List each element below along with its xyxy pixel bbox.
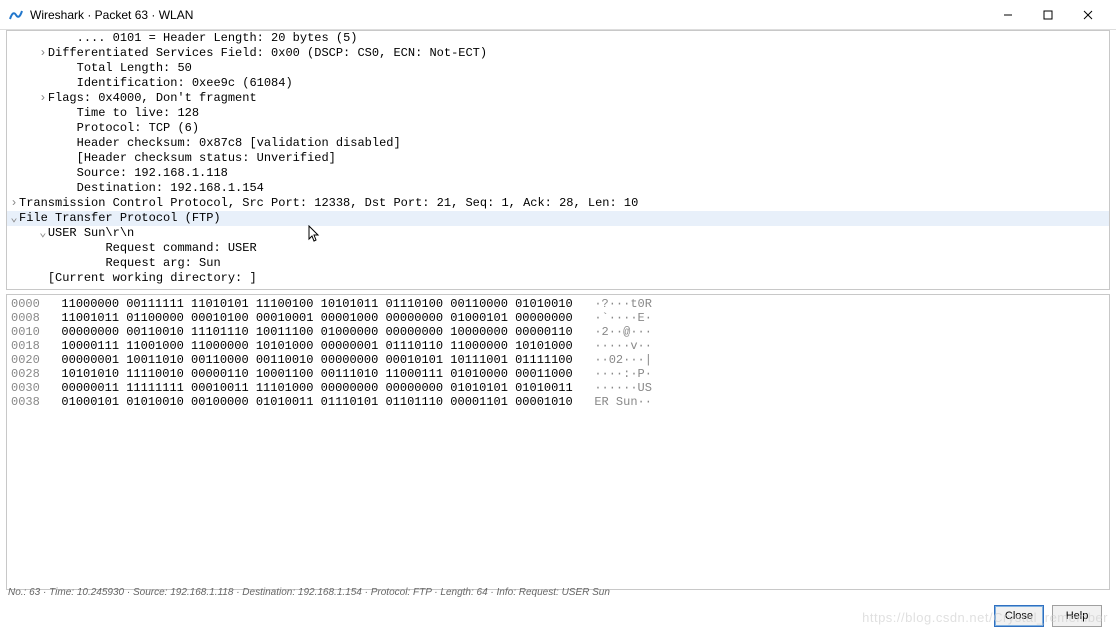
hex-offset: 0000	[11, 297, 61, 311]
hex-offset: 0038	[11, 395, 61, 409]
hex-ascii: ·`····E·	[573, 311, 652, 325]
tree-line-text: Differentiated Services Field: 0x00 (DSC…	[48, 46, 487, 60]
expand-arrow-icon[interactable]	[38, 46, 48, 61]
tree-line-text: .... 0101 = Header Length: 20 bytes (5)	[77, 31, 358, 45]
hex-ascii: ····:·P·	[573, 367, 652, 381]
hex-offset: 0008	[11, 311, 61, 325]
tree-line-text: Request arg: Sun	[105, 256, 220, 270]
hex-bytes: 11000000 00111111 11010101 11100100 1010…	[61, 297, 572, 311]
tree-line[interactable]: Protocol: TCP (6)	[7, 121, 1109, 136]
tree-line[interactable]: Identification: 0xee9c (61084)	[7, 76, 1109, 91]
hex-bytes: 10000111 11001000 11000000 10101000 0000…	[61, 339, 572, 353]
hex-offset: 0018	[11, 339, 61, 353]
tree-line[interactable]: [Header checksum status: Unverified]	[7, 151, 1109, 166]
hex-ascii: ·?···t0R	[573, 297, 652, 311]
tree-line-text: File Transfer Protocol (FTP)	[19, 211, 221, 225]
tree-line-text: Flags: 0x4000, Don't fragment	[48, 91, 257, 105]
collapse-arrow-icon[interactable]	[38, 226, 48, 241]
tree-line[interactable]: Total Length: 50	[7, 61, 1109, 76]
hex-bytes: 00000000 00110010 11101110 10011100 0100…	[61, 325, 572, 339]
hex-row[interactable]: 0000 11000000 00111111 11010101 11100100…	[11, 297, 1105, 311]
tree-line-text: USER Sun\r\n	[48, 226, 134, 240]
tree-line[interactable]: Differentiated Services Field: 0x00 (DSC…	[7, 46, 1109, 61]
status-bar: No.: 63 · Time: 10.245930 · Source: 192.…	[6, 583, 1110, 601]
maximize-button[interactable]	[1028, 1, 1068, 29]
expand-arrow-icon[interactable]	[38, 91, 48, 106]
tree-line-text: Total Length: 50	[77, 61, 192, 75]
close-window-button[interactable]	[1068, 1, 1108, 29]
hex-bytes: 00000001 10011010 00110000 00110010 0000…	[61, 353, 572, 367]
hex-row[interactable]: 0030 00000011 11111111 00010011 11101000…	[11, 381, 1105, 395]
dialog-buttons: Close Help	[994, 605, 1102, 627]
tree-line-text: Transmission Control Protocol, Src Port:…	[19, 196, 638, 210]
tree-line[interactable]: Destination: 192.168.1.154	[7, 181, 1109, 196]
close-button-label: Close	[1005, 610, 1033, 622]
tree-line-text: Header checksum: 0x87c8 [validation disa…	[77, 136, 401, 150]
tree-line[interactable]: Request arg: Sun	[7, 256, 1109, 271]
tree-line-text: Identification: 0xee9c (61084)	[77, 76, 293, 90]
hex-ascii: ······US	[573, 381, 652, 395]
hex-offset: 0028	[11, 367, 61, 381]
close-button[interactable]: Close	[994, 605, 1044, 627]
titlebar: Wireshark · Packet 63 · WLAN	[0, 0, 1116, 30]
status-text: No.: 63 · Time: 10.245930 · Source: 192.…	[8, 587, 610, 598]
tree-line[interactable]: Source: 192.168.1.118	[7, 166, 1109, 181]
hex-offset: 0010	[11, 325, 61, 339]
hex-row[interactable]: 0028 10101010 11110010 00000110 10001100…	[11, 367, 1105, 381]
tree-line[interactable]: Transmission Control Protocol, Src Port:…	[7, 196, 1109, 211]
hex-offset: 0030	[11, 381, 61, 395]
help-button[interactable]: Help	[1052, 605, 1102, 627]
hex-bytes: 01000101 01010010 00100000 01010011 0111…	[61, 395, 572, 409]
tree-line-text: [Current working directory: ]	[48, 271, 257, 285]
collapse-arrow-icon[interactable]	[9, 211, 19, 226]
tree-line-text: [Header checksum status: Unverified]	[77, 151, 336, 165]
packet-bytes-pane[interactable]: 0000 11000000 00111111 11010101 11100100…	[6, 294, 1110, 590]
tree-line[interactable]: File Transfer Protocol (FTP)	[7, 211, 1109, 226]
tree-line[interactable]: Flags: 0x4000, Don't fragment	[7, 91, 1109, 106]
window-title: Wireshark · Packet 63 · WLAN	[30, 8, 988, 22]
tree-line-text: Protocol: TCP (6)	[77, 121, 199, 135]
hex-bytes: 10101010 11110010 00000110 10001100 0011…	[61, 367, 572, 381]
tree-line[interactable]: Request command: USER	[7, 241, 1109, 256]
hex-bytes: 00000011 11111111 00010011 11101000 0000…	[61, 381, 572, 395]
minimize-button[interactable]	[988, 1, 1028, 29]
tree-line[interactable]: [Current working directory: ]	[7, 271, 1109, 286]
hex-row[interactable]: 0010 00000000 00110010 11101110 10011100…	[11, 325, 1105, 339]
tree-line-text: Source: 192.168.1.118	[77, 166, 228, 180]
hex-ascii: ER Sun··	[573, 395, 652, 409]
hex-bytes: 11001011 01100000 00010100 00010001 0000…	[61, 311, 572, 325]
tree-line[interactable]: USER Sun\r\n	[7, 226, 1109, 241]
help-button-label: Help	[1066, 610, 1089, 622]
tree-line-text: Time to live: 128	[77, 106, 199, 120]
hex-ascii: ·····v··	[573, 339, 652, 353]
packet-details-pane[interactable]: .... 0101 = Header Length: 20 bytes (5) …	[6, 30, 1110, 290]
tree-line-text: Destination: 192.168.1.154	[77, 181, 264, 195]
tree-line-text: Request command: USER	[105, 241, 256, 255]
hex-ascii: ·2··@···	[573, 325, 652, 339]
tree-line[interactable]: .... 0101 = Header Length: 20 bytes (5)	[7, 31, 1109, 46]
tree-line[interactable]: Header checksum: 0x87c8 [validation disa…	[7, 136, 1109, 151]
hex-row[interactable]: 0020 00000001 10011010 00110000 00110010…	[11, 353, 1105, 367]
hex-row[interactable]: 0018 10000111 11001000 11000000 10101000…	[11, 339, 1105, 353]
hex-ascii: ··02···|	[573, 353, 652, 367]
expand-arrow-icon[interactable]	[9, 196, 19, 211]
hex-row[interactable]: 0038 01000101 01010010 00100000 01010011…	[11, 395, 1105, 409]
wireshark-icon	[8, 7, 24, 23]
window-controls	[988, 1, 1108, 29]
hex-row[interactable]: 0008 11001011 01100000 00010100 00010001…	[11, 311, 1105, 325]
tree-line[interactable]: Time to live: 128	[7, 106, 1109, 121]
hex-offset: 0020	[11, 353, 61, 367]
